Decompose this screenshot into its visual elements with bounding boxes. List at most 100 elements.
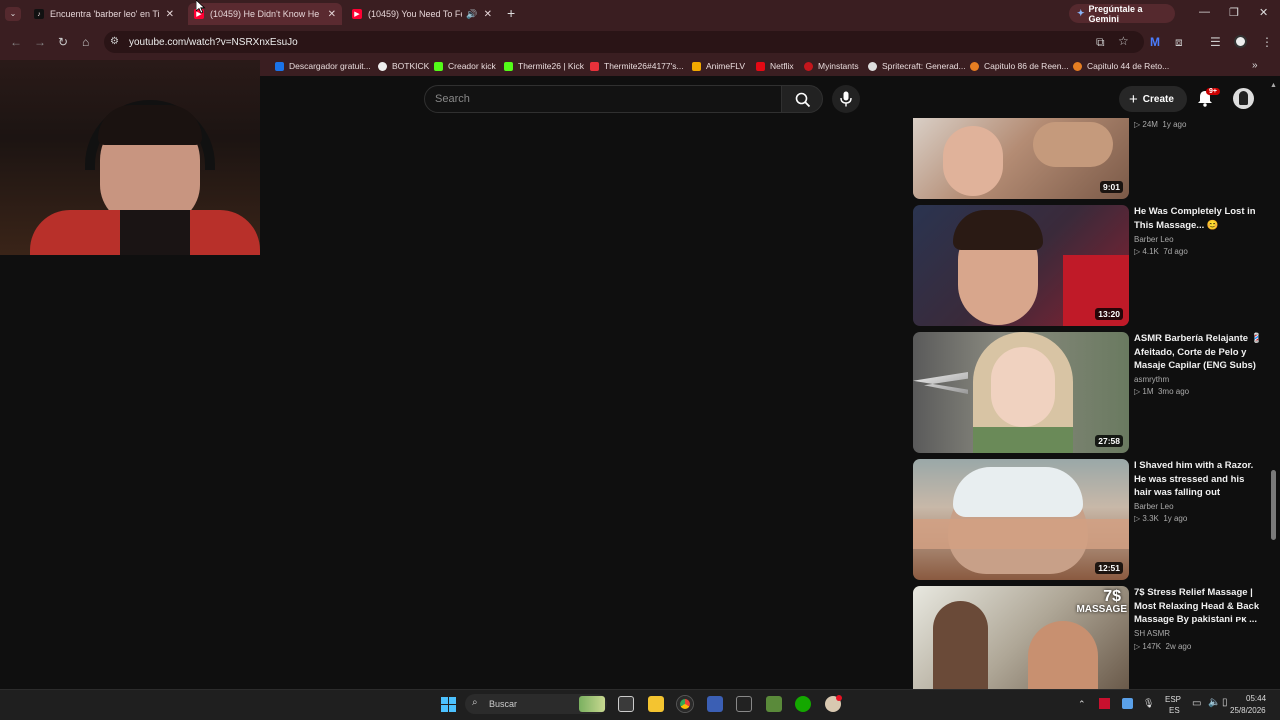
back-icon[interactable]: ← [10,35,22,49]
snipping-tool-icon[interactable] [707,696,723,712]
tray-app-icon[interactable] [1099,698,1110,709]
video-age: 7d ago [1163,247,1188,256]
bookmark-favicon-icon [1073,61,1082,71]
video-thumbnail[interactable]: 27:58 [913,332,1129,453]
install-app-icon[interactable]: ⧉ [1096,35,1105,50]
video-channel[interactable]: asmrythm [1134,375,1169,384]
video-title[interactable]: He Was Completely Lost in This Massage..… [1134,205,1264,232]
microphone-tray-icon[interactable]: 🎙 [1143,698,1154,709]
bookmark-item[interactable]: Capitulo 44 de Reto... [1073,61,1169,71]
new-tab-button[interactable]: + [507,5,515,21]
extensions-icon[interactable]: ⧈ [1175,35,1183,50]
capcut-icon[interactable] [736,696,752,712]
bookmark-label: Thermite26#4177's... [604,61,684,71]
bookmark-favicon-icon [868,61,877,71]
speaker-icon[interactable]: 🔊 [466,9,477,20]
video-channel[interactable]: Barber Leo [1134,235,1174,244]
tray-app-icon-2[interactable] [1122,698,1133,709]
windows-start-icon[interactable] [441,697,456,712]
language-top[interactable]: ESP [1165,695,1181,704]
close-tab-icon[interactable]: ✕ [166,9,174,20]
search-icon [795,92,811,108]
tab-search-button[interactable]: ⌄ [5,7,21,21]
home-icon[interactable]: ⌂ [82,35,89,49]
clock-date[interactable]: 25/8/2026 [1230,706,1266,715]
close-tab-icon[interactable]: ✕ [328,9,336,20]
bookmark-item[interactable]: BOTKICK [378,61,429,71]
show-hidden-icons[interactable]: ⌃ [1078,699,1086,710]
forward-icon[interactable]: → [34,35,46,49]
bookmark-label: AnimeFLV [706,61,746,71]
browser-tab-tiktok[interactable]: ♪ Encuentra 'barber leo' en TikTok ✕ [28,3,180,25]
network-icon[interactable]: ▭ [1192,698,1201,709]
views-icon: ▷ [1134,120,1141,129]
minecraft-icon[interactable] [766,696,782,712]
video-thumbnail[interactable]: 13:20 [913,205,1129,326]
bookmark-item[interactable]: Thermite26#4177's... [590,61,684,71]
video-thumbnail[interactable]: 12:51 [913,459,1129,580]
plus-icon: + [1129,90,1138,108]
volume-icon[interactable]: 🔈 [1208,697,1220,708]
account-avatar[interactable] [1233,88,1254,109]
video-duration: 13:20 [1095,308,1123,320]
search-input[interactable]: Search [424,85,782,113]
bookmark-favicon-icon [590,61,599,71]
scrollbar-thumb[interactable] [1271,470,1276,540]
video-title[interactable]: 7$ Stress Relief Massage | Most Relaxing… [1134,586,1264,627]
menu-icon[interactable]: ⋮ [1261,35,1273,49]
browser-tab-youtube[interactable]: ▶ (10459) You Need To Feel Th... 🔊 ✕ [346,3,498,25]
url-text[interactable]: youtube.com/watch?v=NSRXnxEsuJo [129,37,298,48]
close-tab-icon[interactable]: ✕ [484,9,492,20]
create-label: Create [1142,93,1174,105]
tab-title: Encuentra 'barber leo' en TikTok [50,9,160,19]
search-icon: ⌕ [472,697,478,708]
video-thumbnail[interactable]: 9:01 [913,118,1129,199]
create-button[interactable]: + Create [1119,86,1187,112]
minimize-icon[interactable]: — [1199,6,1210,18]
battery-icon[interactable]: ▯ [1222,697,1228,708]
bookmark-item[interactable]: Spritecraft: Generad... [868,61,966,71]
site-info-icon[interactable]: ⚙ [110,36,119,47]
bookmark-label: Spritecraft: Generad... [882,61,966,71]
bookmark-item[interactable]: Capitulo 86 de Reen... [970,61,1069,71]
close-window-icon[interactable]: ✕ [1259,6,1268,19]
file-explorer-icon[interactable] [648,696,664,712]
gemini-button[interactable]: ✦ Pregúntale a Gemini [1069,4,1175,24]
video-thumbnail[interactable]: 7$ MASSAGE [913,586,1129,689]
thumbnail-hair [953,210,1043,250]
notifications-button[interactable]: 9+ [1197,88,1220,108]
video-title[interactable]: I Shaved him with a Razor. He was stress… [1134,459,1264,500]
upwork-icon[interactable] [795,696,811,712]
reading-list-icon[interactable]: ☰ [1210,35,1221,49]
voice-search-button[interactable] [832,85,860,113]
taskbar [0,689,1280,720]
video-channel[interactable]: SH ASMR [1134,629,1170,638]
profile-avatar-icon[interactable] [1234,35,1247,48]
restore-icon[interactable]: ❐ [1229,6,1239,19]
task-view-icon[interactable] [618,696,634,712]
views-icon: ▷ [1134,642,1141,651]
video-channel[interactable]: Barber Leo [1134,502,1174,511]
bookmark-item[interactable]: Thermite26 | Kick [504,61,584,71]
extension-m-icon[interactable]: M [1150,35,1160,49]
chrome-icon[interactable] [677,696,693,712]
search-button[interactable] [781,85,823,113]
bookmark-star-icon[interactable]: ☆ [1118,34,1129,48]
bookmark-item[interactable]: Descargador gratuit... [275,61,371,71]
taskbar-search-label: Buscar [489,699,518,709]
views-icon: ▷ [1134,514,1141,523]
bookmark-item[interactable]: Creador kick [434,61,496,71]
video-title[interactable]: ASMR Barbería Relajante 💈 Afeitado, Cort… [1134,332,1264,373]
notification-badge: 9+ [1206,88,1220,95]
taskbar-search[interactable]: ⌕ Buscar [465,694,607,714]
bookmark-item[interactable]: AnimeFLV [692,61,745,71]
language-bottom[interactable]: ES [1169,706,1180,715]
reload-icon[interactable]: ↻ [58,35,68,49]
video-views: 4.1K [1142,247,1159,256]
scroll-up-icon[interactable]: ▲ [1270,82,1277,89]
bookmark-item[interactable]: Netflix [756,61,794,71]
bookmark-item[interactable]: Myinstants [804,61,859,71]
bookmarks-overflow-icon[interactable]: » [1252,60,1258,71]
browser-tab-youtube-active[interactable]: ▶ (10459) He Didn't Know He Co... ✕ [188,3,342,25]
clock-time[interactable]: 05:44 [1246,694,1266,703]
